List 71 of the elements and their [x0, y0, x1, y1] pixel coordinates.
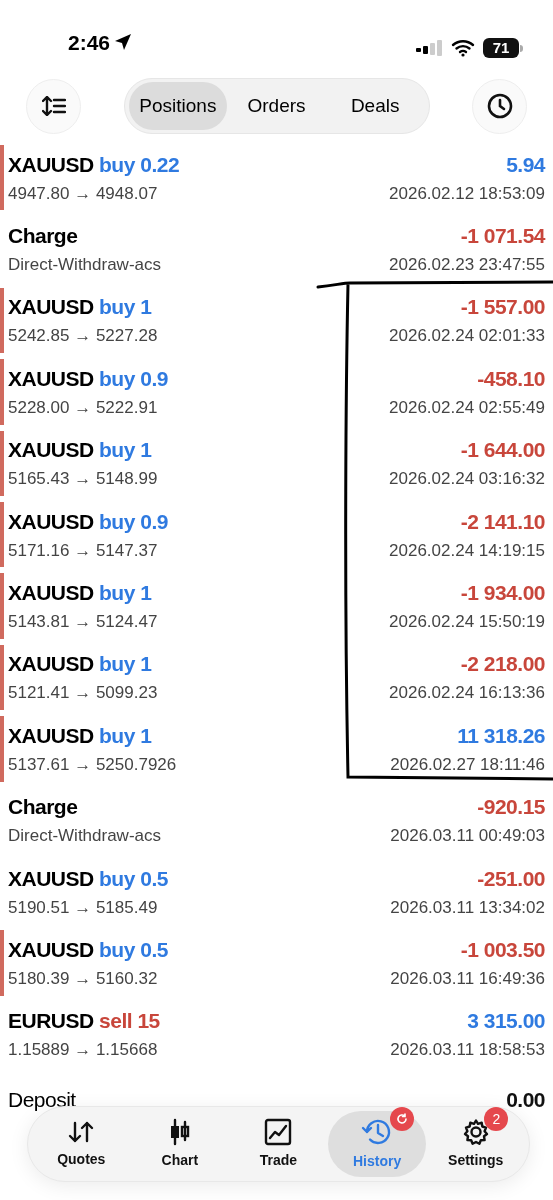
deal-time: 2026.02.24 16:13:36 [389, 684, 545, 702]
tab[interactable]: Deals [325, 82, 425, 130]
deal-time: 2026.03.11 13:34:02 [390, 898, 545, 916]
settings-icon [461, 1117, 490, 1146]
deal-title: Charge [8, 225, 78, 247]
deal-title: XAUUSD buy 1 [8, 724, 152, 746]
deal-time: 2026.02.12 18:53:09 [389, 184, 545, 202]
deal-title: XAUUSD buy 0.5 [8, 939, 168, 960]
price-range: 5190.51 → 5185.49 [8, 898, 158, 916]
profit-amount: -251.00 [477, 867, 545, 889]
status-time: 2:46 [68, 29, 111, 56]
notification-badge: 2 [484, 1107, 509, 1131]
profit-amount: 0.00 [506, 1089, 545, 1111]
profit-amount: -2 218.00 [460, 653, 545, 675]
deal-time: 2026.03.11 18:58:53 [390, 1041, 545, 1059]
price-range: 4947.80 → 4948.07 [8, 184, 158, 202]
price-range: 5242.85 → 5227.28 [8, 327, 158, 345]
deal-title: XAUUSD buy 1 [8, 653, 152, 675]
deal-time: 2026.02.24 03:16:32 [389, 470, 545, 488]
profit-amount: -920.15 [477, 796, 545, 818]
deal-time: 2026.02.24 14:19:15 [389, 541, 545, 559]
tab-bar-item[interactable]: Quotes [32, 1111, 131, 1177]
profit-amount: -1 934.00 [460, 582, 545, 604]
deal-title: Charge [8, 796, 78, 818]
profit-amount: 5.94 [506, 153, 545, 175]
profit-amount: -458.10 [477, 367, 545, 389]
battery-indicator: 71 [483, 38, 523, 58]
signal-icon [415, 39, 443, 57]
deal-title: XAUUSD buy 1 [8, 439, 152, 461]
price-range: 5121.41 → 5099.23 [8, 684, 158, 702]
price-range: 5165.43 → 5148.99 [8, 470, 158, 488]
refresh-icon [395, 1113, 408, 1125]
profit-amount: -1 071.54 [460, 225, 545, 247]
tab[interactable]: Positions [128, 82, 228, 130]
location-icon [114, 33, 133, 52]
price-range: 5171.16 → 5147.37 [8, 541, 158, 559]
profit-amount: -1 003.50 [460, 939, 545, 960]
deal-time: 2026.02.27 18:11:46 [390, 755, 545, 773]
profit-amount: 11 318.26 [457, 724, 545, 746]
price-range: 5137.61 → 5250.7926 [8, 755, 177, 773]
wifi-icon [451, 39, 475, 57]
tab-bar-item[interactable]: Trade [229, 1111, 328, 1177]
deal-title: EURUSD sell 15 [8, 1010, 160, 1032]
profit-amount: -1 644.00 [460, 439, 545, 461]
tab[interactable]: Orders [227, 82, 326, 130]
deal-time: 2026.03.11 16:49:36 [390, 970, 545, 987]
price-range: 1.15889 → 1.15668 [8, 1041, 158, 1059]
profit-amount: -2 141.10 [460, 510, 545, 532]
deal-time: 2026.02.23 23:47:55 [389, 256, 545, 274]
clock-icon [486, 93, 513, 119]
deal-time: 2026.02.24 15:50:19 [389, 613, 545, 631]
deal-title: XAUUSD buy 0.9 [8, 367, 168, 389]
deal-title: XAUUSD buy 0.9 [8, 510, 168, 532]
price-range: 5143.81 → 5124.47 [8, 613, 158, 631]
deal-comment: Direct-Withdraw-acs [8, 827, 162, 845]
profit-amount: -1 557.00 [460, 296, 545, 318]
deal-title: XAUUSD buy 0.5 [8, 867, 168, 889]
line-chart-icon [264, 1117, 293, 1146]
tab-bar-item[interactable]: Chart [130, 1111, 230, 1177]
sort-icon [41, 96, 66, 116]
deal-title: XAUUSD buy 0.22 [8, 153, 180, 175]
price-range: 5180.39 → 5160.32 [8, 970, 158, 987]
deal-title: XAUUSD buy 1 [8, 582, 152, 604]
profit-amount: 3 315.00 [467, 1010, 545, 1032]
deal-time: 2026.02.24 02:01:33 [389, 327, 545, 345]
deal-title: XAUUSD buy 1 [8, 296, 152, 318]
price-range: 5228.00 → 5222.91 [8, 398, 158, 416]
deal-time: 2026.03.11 00:49:03 [390, 827, 545, 845]
deal-time: 2026.02.24 02:55:49 [389, 398, 545, 416]
deal-comment: Direct-Withdraw-acs [8, 256, 162, 274]
deal-title: Deposit [8, 1089, 76, 1111]
